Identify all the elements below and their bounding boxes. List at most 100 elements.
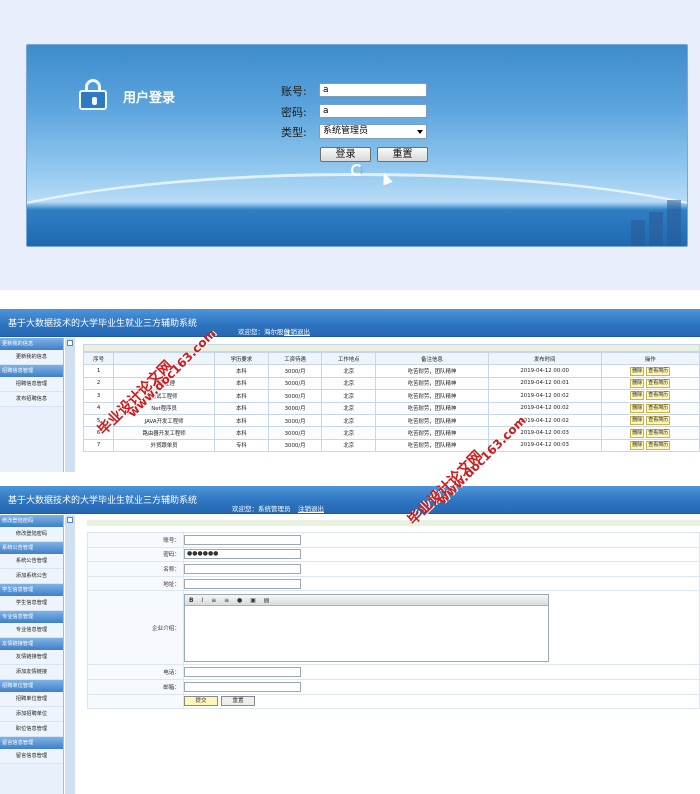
reset-button[interactable]: 重置 xyxy=(221,696,255,707)
password-input[interactable]: a xyxy=(319,104,427,118)
view-resume-button[interactable]: 查看简历 xyxy=(646,416,671,426)
login-title: 用户登录 xyxy=(123,91,176,106)
password-label: 密码: xyxy=(281,106,307,119)
column-header: 工资待遇 xyxy=(267,351,323,366)
password-input[interactable]: ●●●●●● xyxy=(184,549,301,560)
view-resume-button[interactable]: 查看简历 xyxy=(646,366,671,376)
table-cell: 3000/月 xyxy=(267,438,323,453)
sidebar-item[interactable]: 添加招聘单位 xyxy=(0,707,63,722)
table-cell: 吃苦耐劳，团队精神 xyxy=(375,401,489,415)
delete-button[interactable]: 删除 xyxy=(630,416,645,426)
email-input[interactable] xyxy=(184,681,301,692)
type-select[interactable]: 系统管理员 xyxy=(319,124,427,139)
table-cell: 3 xyxy=(82,389,115,403)
building-decor xyxy=(649,212,663,246)
account-input[interactable]: a xyxy=(319,83,427,97)
table-cell: 3000/月 xyxy=(267,364,323,378)
delete-button[interactable]: 删除 xyxy=(630,378,645,388)
actions-cell: 删除 查看简历 xyxy=(600,389,700,403)
table-cell: 吃苦耐劳，团队精神 xyxy=(375,389,489,403)
table-cell: 3000/月 xyxy=(267,413,323,428)
sidebar: 更新我的信息 更新我的信息 招聘信息管理 招聘信息管理 发布招聘信息 xyxy=(0,338,64,472)
welcome-text: 欢迎您：系统管理员 xyxy=(232,505,291,513)
logout-link[interactable]: 注销退出 xyxy=(298,503,324,513)
sidebar-item[interactable]: 发布招聘信息 xyxy=(0,392,63,407)
table-cell: 北京 xyxy=(321,413,377,428)
sidebar-item[interactable]: 招聘信息管理 xyxy=(0,377,63,392)
reset-button[interactable]: 重置 xyxy=(377,147,428,162)
intro-editor[interactable]: B I ≡ ≡ ● ▣ ▤ xyxy=(184,593,549,662)
logout-link[interactable]: 注销退出 xyxy=(284,326,310,336)
sidebar-item[interactable]: 职位信息管理 xyxy=(0,722,63,737)
app-header: 基于大数据技术的大学毕业生就业三方辅助系统 欢迎您：系统管理员 注销退出 xyxy=(0,486,700,514)
sidebar-item[interactable]: 留言信息管理 xyxy=(0,749,63,764)
address-input[interactable] xyxy=(184,578,301,589)
table-cell: 北京 xyxy=(321,426,377,440)
table-cell: 3000/月 xyxy=(267,426,323,440)
column-header: 备注信息 xyxy=(375,351,489,366)
view-resume-button[interactable]: 查看简历 xyxy=(646,428,671,438)
view-resume-button[interactable]: 查看简历 xyxy=(646,440,671,450)
table-cell: 本科 xyxy=(214,426,269,440)
sidebar-item[interactable]: 添加友情链接 xyxy=(0,665,63,680)
sidebar-item[interactable]: 专业信息管理 xyxy=(0,623,63,638)
view-resume-button[interactable]: 查看简历 xyxy=(646,378,671,388)
table-cell: 3000/月 xyxy=(267,389,323,403)
sidebar: 修改登陆密码 修改登陆密码 系统公告管理 系统公告管理 添加系统公告 学生信息管理 学生信息… xyxy=(0,515,64,794)
sidebar-item[interactable]: 更新我的信息 xyxy=(0,350,63,365)
collapse-icon[interactable] xyxy=(67,340,73,346)
view-resume-button[interactable]: 查看简历 xyxy=(646,403,671,413)
sidebar-item[interactable]: 友情链接管理 xyxy=(0,650,63,665)
sidebar-group-header: 更新我的信息 xyxy=(0,338,63,350)
app-title: 基于大数据技术的大学毕业生就业三方辅助系统 xyxy=(8,496,198,506)
submit-button[interactable]: 提交 xyxy=(184,696,218,707)
sidebar-item[interactable]: 学生信息管理 xyxy=(0,596,63,611)
table-cell: 北京 xyxy=(321,376,377,391)
building-decor xyxy=(631,220,645,246)
collapse-icon[interactable] xyxy=(67,517,73,523)
column-header: 学历要求 xyxy=(214,351,269,366)
delete-button[interactable]: 删除 xyxy=(630,440,645,450)
form-toolbar xyxy=(87,520,700,526)
name-label: 名称： xyxy=(87,561,184,577)
view-resume-button[interactable]: 查看简历 xyxy=(646,391,671,401)
loading-icon xyxy=(351,164,363,176)
delete-button[interactable]: 删除 xyxy=(630,391,645,401)
phone-input[interactable] xyxy=(184,667,301,678)
column-header: 发布时间 xyxy=(487,351,602,366)
decorative-arc xyxy=(27,173,687,246)
actions-cell: 删除 查看简历 xyxy=(600,413,700,428)
sidebar-item[interactable]: 添加系统公告 xyxy=(0,569,63,584)
address-label: 地址： xyxy=(87,575,184,592)
sidebar-toggle-bar[interactable] xyxy=(65,338,75,472)
email-label: 邮箱： xyxy=(87,678,184,695)
delete-button[interactable]: 删除 xyxy=(630,366,645,376)
actions-cell: 删除 查看简历 xyxy=(600,401,700,415)
table-cell: 专科 xyxy=(214,438,269,453)
table-row: 4 Net程序员 本科 3000/月 北京 吃苦耐劳，团队精神 2019-04-12 00:… xyxy=(82,401,700,415)
delete-button[interactable]: 删除 xyxy=(630,403,645,413)
account-label: 账号: xyxy=(281,85,307,98)
type-select-value: 系统管理员 xyxy=(323,126,369,136)
actions-cell: 删除 查看简历 xyxy=(600,376,700,391)
delete-button[interactable]: 删除 xyxy=(630,428,645,438)
sidebar-item[interactable]: 招聘单位管理 xyxy=(0,692,63,707)
table-cell: 本科 xyxy=(214,389,269,403)
editor-toolbar[interactable]: B I ≡ ≡ ● ▣ ▤ xyxy=(185,594,548,606)
login-button[interactable]: 登录 xyxy=(320,147,371,162)
sidebar-toggle-bar[interactable] xyxy=(65,515,75,794)
table-row: 2 项目经理 本科 3000/月 北京 吃苦耐劳，团队精神 2019-04-12 00:01… xyxy=(82,376,700,391)
table-cell: 3000/月 xyxy=(267,401,323,415)
sidebar-item[interactable]: 系统公告管理 xyxy=(0,554,63,569)
sidebar-item[interactable]: 修改登陆密码 xyxy=(0,527,63,542)
account-input[interactable] xyxy=(184,534,301,545)
table-toolbar xyxy=(83,344,700,352)
name-input[interactable] xyxy=(184,563,301,574)
sidebar-group-header: 系统公告管理 xyxy=(0,542,63,554)
table-row: 3 测试工程师 本科 3000/月 北京 吃苦耐劳，团队精神 2019-04-12 00:0… xyxy=(82,389,700,403)
actions-label-cell xyxy=(87,693,184,710)
table-cell: 2019-04-12 00:01 xyxy=(487,376,602,391)
account-label: 账号： xyxy=(87,532,184,548)
intro-label: 企业介绍： xyxy=(87,590,184,666)
actions-cell: 删除 查看简历 xyxy=(600,438,700,453)
